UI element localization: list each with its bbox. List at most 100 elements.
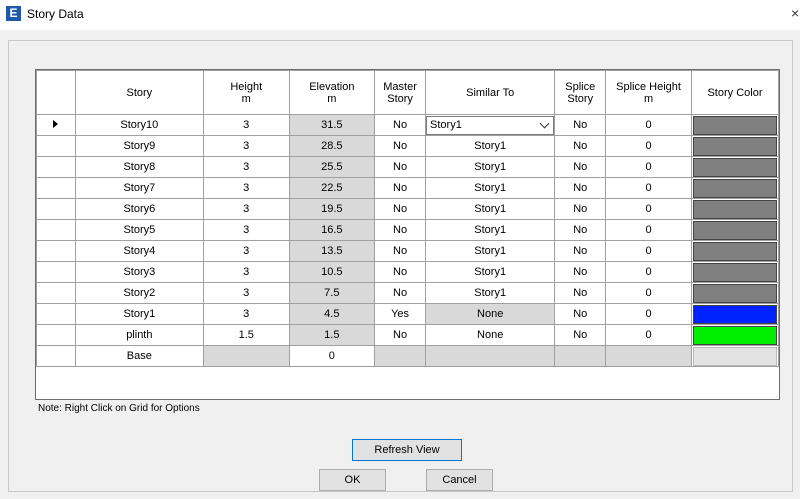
cell-similar[interactable]: Story1 — [425, 114, 556, 136]
cell-splice-height[interactable]: 0 — [605, 282, 692, 304]
cell-master[interactable]: No — [374, 198, 427, 220]
cell-story[interactable]: Story2 — [74, 282, 204, 304]
table-row[interactable]: Base 0 — [36, 345, 779, 367]
cell-story-color[interactable] — [690, 156, 779, 178]
table-row[interactable]: Story10 3 31.5 No Story1 No 0 — [36, 114, 779, 136]
cell-story-color[interactable] — [690, 345, 779, 367]
color-swatch[interactable] — [692, 178, 777, 198]
cell-splice-height[interactable]: 0 — [605, 303, 692, 325]
table-row[interactable]: Story2 3 7.5 No Story1 No 0 — [36, 282, 779, 304]
color-swatch[interactable] — [692, 241, 777, 261]
cell-height[interactable]: 3 — [202, 114, 290, 136]
color-swatch[interactable] — [692, 115, 777, 135]
table-row[interactable]: Story5 3 16.5 No Story1 No 0 — [36, 219, 779, 241]
cell-splice[interactable]: No — [554, 303, 607, 325]
cell-splice-height[interactable]: 0 — [605, 324, 692, 346]
cell-master[interactable]: No — [374, 324, 427, 346]
table-row[interactable]: Story6 3 19.5 No Story1 No 0 — [36, 198, 779, 220]
cell-master[interactable]: No — [374, 135, 427, 157]
row-selector[interactable] — [36, 282, 76, 304]
table-row[interactable]: Story9 3 28.5 No Story1 No 0 — [36, 135, 779, 157]
table-row[interactable]: Story3 3 10.5 No Story1 No 0 — [36, 261, 779, 283]
cell-master[interactable]: Yes — [374, 303, 427, 325]
color-swatch[interactable] — [692, 157, 777, 177]
cell-story[interactable]: plinth — [74, 324, 204, 346]
cell-splice[interactable]: No — [554, 135, 607, 157]
color-swatch[interactable] — [692, 262, 777, 282]
cell-story-color[interactable] — [690, 135, 779, 157]
color-swatch[interactable] — [692, 220, 777, 240]
cell-master[interactable]: No — [374, 114, 427, 136]
table-row[interactable]: Story1 3 4.5 Yes None No 0 — [36, 303, 779, 325]
color-swatch[interactable] — [692, 199, 777, 219]
row-selector[interactable] — [36, 156, 76, 178]
cell-height[interactable]: 3 — [202, 135, 290, 157]
cell-splice-height[interactable]: 0 — [605, 135, 692, 157]
cell-story[interactable]: Story6 — [74, 198, 204, 220]
cell-splice-height[interactable]: 0 — [605, 198, 692, 220]
cell-splice-height[interactable]: 0 — [605, 156, 692, 178]
cell-splice[interactable]: No — [554, 261, 607, 283]
row-selector[interactable] — [36, 345, 76, 367]
row-selector[interactable] — [36, 240, 76, 262]
cell-story[interactable]: Story7 — [74, 177, 204, 199]
cell-similar[interactable]: Story1 — [425, 240, 556, 262]
cell-story[interactable]: Story9 — [74, 135, 204, 157]
cell-story-color[interactable] — [690, 303, 779, 325]
table-row[interactable]: Story8 3 25.5 No Story1 No 0 — [36, 156, 779, 178]
cell-height[interactable]: 3 — [202, 219, 290, 241]
cell-splice[interactable]: No — [554, 324, 607, 346]
row-selector[interactable] — [36, 135, 76, 157]
color-swatch[interactable] — [692, 325, 777, 345]
row-selector[interactable] — [36, 198, 76, 220]
table-row[interactable]: plinth 1.5 1.5 No None No 0 — [36, 324, 779, 346]
cell-height[interactable]: 1.5 — [202, 324, 290, 346]
cell-splice[interactable]: No — [554, 198, 607, 220]
cancel-button[interactable]: Cancel — [426, 469, 493, 491]
cell-story-color[interactable] — [690, 219, 779, 241]
story-grid[interactable]: Story Height m Elevation m Master Story Similar… — [35, 69, 780, 400]
cell-story[interactable]: Story10 — [74, 114, 204, 136]
color-swatch[interactable] — [692, 346, 777, 366]
cell-story[interactable]: Story3 — [74, 261, 204, 283]
cell-height[interactable]: 3 — [202, 198, 290, 220]
chevron-down-icon[interactable] — [539, 118, 550, 128]
cell-story-color[interactable] — [690, 261, 779, 283]
cell-elevation[interactable]: 0 — [288, 345, 376, 367]
row-selector[interactable] — [36, 177, 76, 199]
cell-master[interactable]: No — [374, 219, 427, 241]
cell-story[interactable]: Base — [74, 345, 204, 367]
cell-similar[interactable]: Story1 — [425, 156, 556, 178]
cell-story-color[interactable] — [690, 177, 779, 199]
cell-story-color[interactable] — [690, 282, 779, 304]
color-swatch[interactable] — [692, 283, 777, 303]
cell-splice-height[interactable]: 0 — [605, 240, 692, 262]
row-selector[interactable] — [36, 303, 76, 325]
cell-similar[interactable]: Story1 — [425, 135, 556, 157]
ok-button[interactable]: OK — [319, 469, 386, 491]
row-selector[interactable] — [36, 114, 76, 136]
cell-master[interactable]: No — [374, 177, 427, 199]
cell-height[interactable]: 3 — [202, 261, 290, 283]
cell-story[interactable]: Story4 — [74, 240, 204, 262]
cell-similar[interactable]: None — [425, 303, 556, 325]
refresh-view-button[interactable]: Refresh View — [352, 439, 462, 461]
table-row[interactable]: Story4 3 13.5 No Story1 No 0 — [36, 240, 779, 262]
cell-similar[interactable]: Story1 — [425, 282, 556, 304]
cell-splice[interactable]: No — [554, 219, 607, 241]
row-selector[interactable] — [36, 324, 76, 346]
row-selector[interactable] — [36, 219, 76, 241]
cell-height[interactable]: 3 — [202, 282, 290, 304]
color-swatch[interactable] — [692, 304, 777, 324]
cell-splice[interactable]: No — [554, 282, 607, 304]
cell-master[interactable]: No — [374, 261, 427, 283]
cell-master[interactable]: No — [374, 156, 427, 178]
cell-similar[interactable]: Story1 — [425, 261, 556, 283]
cell-height[interactable]: 3 — [202, 303, 290, 325]
cell-story[interactable]: Story1 — [74, 303, 204, 325]
cell-story-color[interactable] — [690, 198, 779, 220]
cell-splice[interactable]: No — [554, 114, 607, 136]
cell-height[interactable]: 3 — [202, 177, 290, 199]
row-selector[interactable] — [36, 261, 76, 283]
table-row[interactable]: Story7 3 22.5 No Story1 No 0 — [36, 177, 779, 199]
